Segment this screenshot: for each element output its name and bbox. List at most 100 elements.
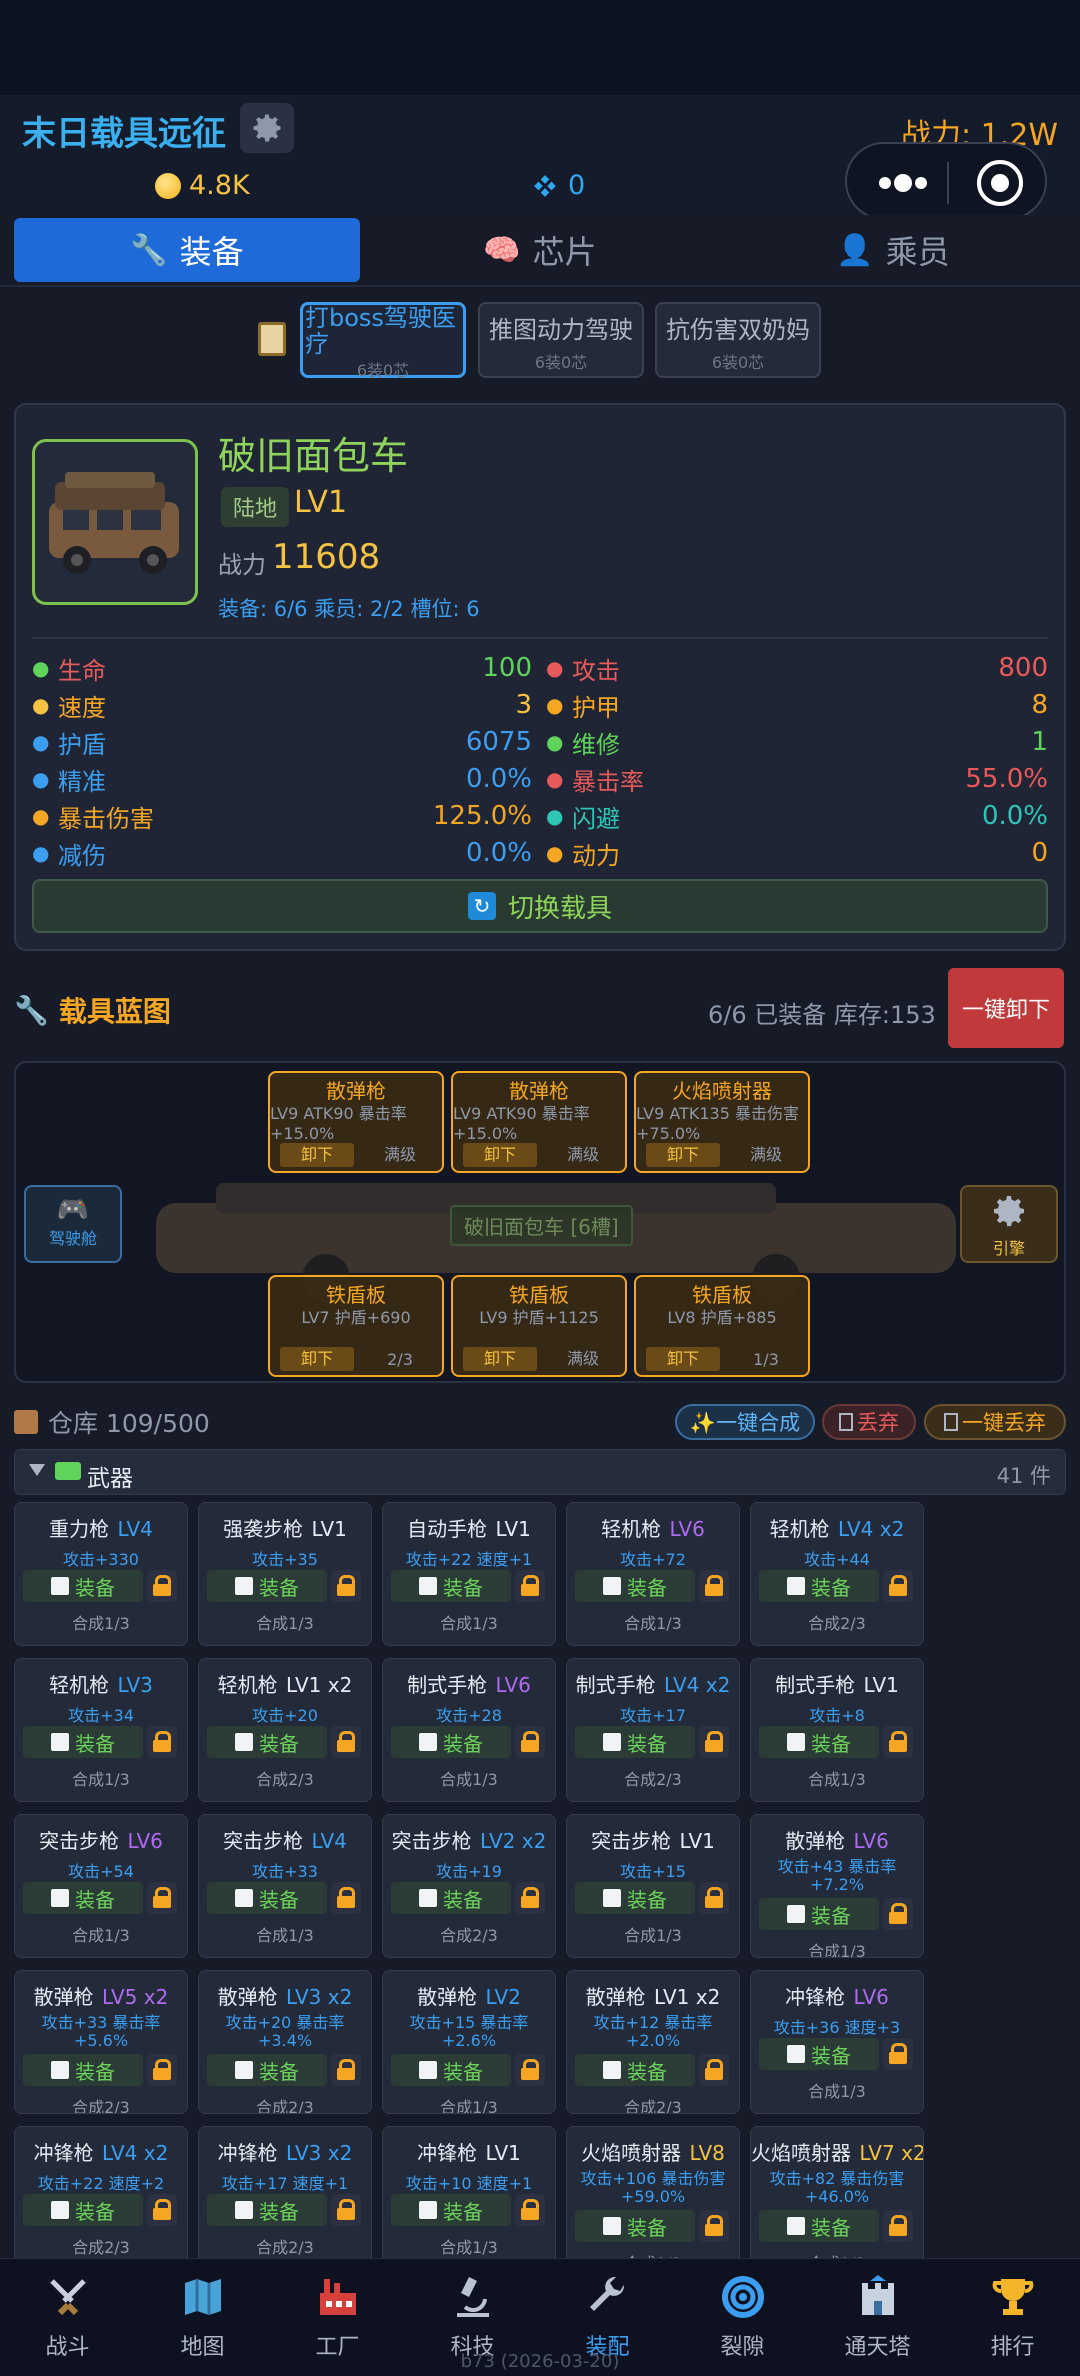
nav-factory[interactable]: 工厂 <box>270 2259 405 2360</box>
lock-icon[interactable] <box>147 1570 177 1602</box>
lock-icon[interactable] <box>331 1726 361 1758</box>
discard-all-button[interactable]: 一键丢弃 <box>924 1404 1066 1440</box>
lock-icon[interactable] <box>331 1570 361 1602</box>
equip-slot[interactable]: 铁盾板 LV8 护盾+885 卸下 1/3 <box>634 1275 810 1377</box>
nav-trophy[interactable]: 排行 <box>945 2259 1080 2360</box>
item-card[interactable]: 火焰喷射器 LV8攻击+106 暴击伤害+59.0%装备合成1/3 <box>566 2126 740 2270</box>
equip-button[interactable]: 装备 <box>391 1570 511 1602</box>
item-card[interactable]: 轻机枪 LV4 x2 攻击+44 装备 合成2/3 <box>750 1502 924 1646</box>
cockpit-slot[interactable]: 🎮 驾驶舱 <box>24 1185 122 1263</box>
equip-button[interactable]: 装备 <box>23 2194 143 2226</box>
nav-vortex[interactable]: 裂隙 <box>675 2259 810 2360</box>
equip-button[interactable]: 装备 <box>575 2054 695 2086</box>
nav-wrench[interactable]: 装配 <box>540 2259 675 2360</box>
unload-button[interactable]: 卸下 <box>463 1143 537 1167</box>
lock-icon[interactable] <box>515 1882 545 1914</box>
equip-button[interactable]: 装备 <box>391 1882 511 1914</box>
lock-icon[interactable] <box>331 2194 361 2226</box>
equip-button[interactable]: 装备 <box>23 1726 143 1758</box>
nav-map[interactable]: 地图 <box>135 2259 270 2360</box>
tab-equipment[interactable]: 🔧 装备 <box>14 218 360 282</box>
item-card[interactable]: 冲锋枪 LV3 x2 攻击+17 速度+1 装备 合成2/3 <box>198 2126 372 2270</box>
equip-button[interactable]: 装备 <box>23 1570 143 1602</box>
equip-button[interactable]: 装备 <box>575 2210 695 2242</box>
nav-tower[interactable]: 通天塔 <box>810 2259 945 2360</box>
lock-icon[interactable] <box>883 2038 913 2070</box>
preset-2[interactable]: 推图动力驾驶 6装0芯 <box>478 302 644 378</box>
lock-icon[interactable] <box>515 2194 545 2226</box>
item-card[interactable]: 冲锋枪 LV6 攻击+36 速度+3 装备 合成1/3 <box>750 1970 924 2114</box>
item-card[interactable]: 散弹枪 LV1 x2 攻击+12 暴击率+2.0% 装备 合成2/3 <box>566 1970 740 2114</box>
lock-icon[interactable] <box>699 2210 729 2242</box>
item-card[interactable]: 突击步枪 LV6 攻击+54 装备 合成1/3 <box>14 1814 188 1958</box>
lock-icon[interactable] <box>515 1726 545 1758</box>
equip-button[interactable]: 装备 <box>759 1898 879 1930</box>
lock-icon[interactable] <box>883 1726 913 1758</box>
item-card[interactable]: 重力枪 LV4 攻击+330 装备 合成1/3 <box>14 1502 188 1646</box>
lock-icon[interactable] <box>883 2210 913 2242</box>
merge-all-button[interactable]: ✨一键合成 <box>675 1404 815 1440</box>
lock-icon[interactable] <box>147 1726 177 1758</box>
item-card[interactable]: 突击步枪 LV1 攻击+15 装备 合成1/3 <box>566 1814 740 1958</box>
preset-3[interactable]: 抗伤害双奶妈 6装0芯 <box>655 302 821 378</box>
item-card[interactable]: 散弹枪 LV6 攻击+43 暴击率+7.2% 装备 合成1/3 <box>750 1814 924 1958</box>
settings-button[interactable] <box>240 103 294 153</box>
lock-icon[interactable] <box>515 2054 545 2086</box>
item-card[interactable]: 突击步枪 LV2 x2 攻击+19 装备 合成2/3 <box>382 1814 556 1958</box>
item-card[interactable]: 冲锋枪 LV1 攻击+10 速度+1 装备 合成1/3 <box>382 2126 556 2270</box>
item-card[interactable]: 制式手枪 LV4 x2 攻击+17 装备 合成2/3 <box>566 1658 740 1802</box>
equip-button[interactable]: 装备 <box>759 1570 879 1602</box>
lock-icon[interactable] <box>699 2054 729 2086</box>
item-card[interactable]: 轻机枪 LV3 攻击+34 装备 合成1/3 <box>14 1658 188 1802</box>
equip-slot[interactable]: 散弹枪 LV9 ATK90 暴击率+15.0% 卸下 满级 <box>268 1071 444 1173</box>
tab-crew[interactable]: 👤 乘员 <box>720 218 1066 282</box>
item-card[interactable]: 轻机枪 LV1 x2 攻击+20 装备 合成2/3 <box>198 1658 372 1802</box>
equip-button[interactable]: 装备 <box>759 1726 879 1758</box>
equip-slot[interactable]: 铁盾板 LV9 护盾+1125 卸下 满级 <box>451 1275 627 1377</box>
close-target-icon[interactable] <box>977 160 1023 206</box>
item-card[interactable]: 轻机枪 LV6 攻击+72 装备 合成1/3 <box>566 1502 740 1646</box>
lock-icon[interactable] <box>883 1898 913 1930</box>
lock-icon[interactable] <box>699 1882 729 1914</box>
nav-microscope[interactable]: 科技 <box>405 2259 540 2360</box>
category-weapons[interactable]: 武器 41 件 <box>14 1449 1066 1495</box>
equip-button[interactable]: 装备 <box>575 1570 695 1602</box>
equip-button[interactable]: 装备 <box>207 2194 327 2226</box>
equip-button[interactable]: 装备 <box>759 2038 879 2070</box>
equip-button[interactable]: 装备 <box>23 2054 143 2086</box>
item-card[interactable]: 散弹枪 LV3 x2 攻击+20 暴击率+3.4% 装备 合成2/3 <box>198 1970 372 2114</box>
lock-icon[interactable] <box>883 1570 913 1602</box>
equip-button[interactable]: 装备 <box>391 1726 511 1758</box>
equip-button[interactable]: 装备 <box>207 2054 327 2086</box>
item-card[interactable]: 制式手枪 LV6 攻击+28 装备 合成1/3 <box>382 1658 556 1802</box>
unload-button[interactable]: 卸下 <box>463 1347 537 1371</box>
equip-slot[interactable]: 铁盾板 LV7 护盾+690 卸下 2/3 <box>268 1275 444 1377</box>
unload-button[interactable]: 卸下 <box>280 1347 354 1371</box>
lock-icon[interactable] <box>147 2194 177 2226</box>
lock-icon[interactable] <box>699 1726 729 1758</box>
item-card[interactable]: 制式手枪 LV1 攻击+8 装备 合成1/3 <box>750 1658 924 1802</box>
equip-button[interactable]: 装备 <box>207 1882 327 1914</box>
lock-icon[interactable] <box>515 1570 545 1602</box>
equip-button[interactable]: 装备 <box>207 1726 327 1758</box>
unload-button[interactable]: 卸下 <box>646 1347 720 1371</box>
engine-slot[interactable]: 引擎 <box>960 1185 1058 1263</box>
equip-slot[interactable]: 散弹枪 LV9 ATK90 暴击率+15.0% 卸下 满级 <box>451 1071 627 1173</box>
lock-icon[interactable] <box>147 2054 177 2086</box>
tab-chip[interactable]: 🧠 芯片 <box>370 218 710 282</box>
item-card[interactable]: 突击步枪 LV4 攻击+33 装备 合成1/3 <box>198 1814 372 1958</box>
equip-button[interactable]: 装备 <box>391 2054 511 2086</box>
equip-slot[interactable]: 火焰喷射器 LV9 ATK135 暴击伤害+75.0% 卸下 满级 <box>634 1071 810 1173</box>
preset-1[interactable]: 打boss驾驶医疗 6装0芯 <box>300 302 466 380</box>
item-card[interactable]: 强袭步枪 LV1 攻击+35 装备 合成1/3 <box>198 1502 372 1646</box>
equip-button[interactable]: 装备 <box>23 1882 143 1914</box>
equip-button[interactable]: 装备 <box>575 1882 695 1914</box>
item-card[interactable]: 自动手枪 LV1 攻击+22 速度+1 装备 合成1/3 <box>382 1502 556 1646</box>
equip-button[interactable]: 装备 <box>759 2210 879 2242</box>
equip-button[interactable]: 装备 <box>207 1570 327 1602</box>
nav-swords[interactable]: 战斗 <box>0 2259 135 2360</box>
lock-icon[interactable] <box>331 2054 361 2086</box>
item-card[interactable]: 散弹枪 LV5 x2 攻击+33 暴击率+5.6% 装备 合成2/3 <box>14 1970 188 2114</box>
discard-button[interactable]: 丢弃 <box>822 1404 916 1440</box>
unload-button[interactable]: 卸下 <box>646 1143 720 1167</box>
